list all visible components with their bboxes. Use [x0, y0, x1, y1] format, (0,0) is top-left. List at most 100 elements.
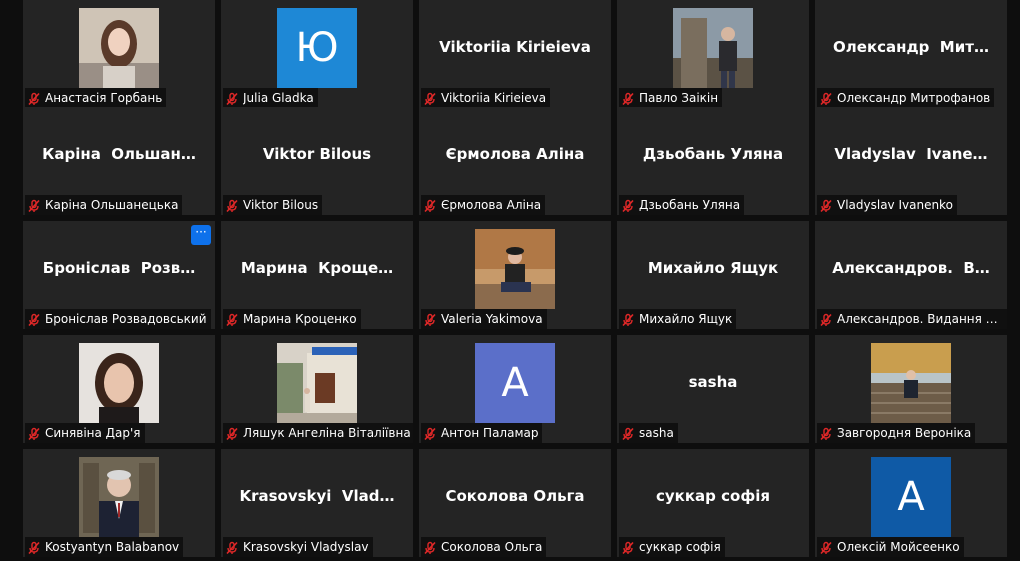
mic-muted-icon — [423, 426, 437, 441]
mic-muted-icon — [621, 540, 635, 555]
participant-center-name: Vladyslav Ivane… — [834, 145, 988, 163]
participant-name-label: Марина Кроценко — [243, 312, 357, 326]
participant-name-label: Viktor Bilous — [243, 198, 319, 212]
participant-nameplate: Krasovskyi Vladyslav — [223, 537, 373, 557]
participant-center-name: Александров. В… — [832, 259, 990, 277]
participant-nameplate: Ляшук Ангеліна Віталіївна — [223, 423, 413, 443]
mic-muted-icon — [819, 426, 833, 441]
participant-nameplate: Дзьобань Уляна — [619, 195, 745, 215]
participant-video-person-sitting-on-steps-autumn — [871, 343, 951, 423]
participant-tile[interactable]: A Олексій Мойсеенко — [815, 449, 1007, 557]
mic-muted-icon — [819, 198, 833, 213]
participant-avatar-initial: Ю — [277, 8, 357, 88]
mic-muted-icon — [27, 426, 41, 441]
participant-tile[interactable]: Valeria Yakimova — [419, 221, 611, 329]
participant-nameplate: Завгородня Вероніка — [817, 423, 976, 443]
participant-center-name: Дзьобань Уляна — [642, 145, 784, 163]
participant-name-label: Каріна Ольшанецька — [45, 198, 179, 212]
participant-nameplate: Kostyantyn Balabanov — [25, 537, 184, 557]
participant-tile[interactable]: Михайло Ящук Михайло Ящук — [617, 221, 809, 329]
participant-tile[interactable]: Соколова Ольга Соколова Ольга — [419, 449, 611, 557]
participant-tile[interactable]: Каріна Ольшан… Каріна Ольшанецька — [23, 107, 215, 215]
participant-tile[interactable]: A Антон Паламар — [419, 335, 611, 443]
mic-muted-icon — [819, 312, 833, 327]
participant-avatar-initial: A — [475, 343, 555, 423]
mic-muted-icon — [423, 312, 437, 327]
mic-muted-icon — [819, 540, 833, 555]
participant-name-label: Viktoriia Kirieieva — [441, 91, 547, 105]
participant-nameplate: Єрмолова Аліна — [421, 195, 546, 215]
participant-tile[interactable]: Олександр Мит… Олександр Митрофанов — [815, 0, 1007, 108]
participant-tile[interactable]: Єрмолова Аліна Єрмолова Аліна — [419, 107, 611, 215]
mic-muted-icon — [621, 198, 635, 213]
participant-center-name: Соколова Ольга — [445, 487, 585, 505]
participant-tile[interactable]: Viktor Bilous Viktor Bilous — [221, 107, 413, 215]
participant-name-label: суккар софія — [639, 540, 721, 554]
participant-center-name: Krasovskyi Vlad… — [239, 487, 395, 505]
participant-avatar-initial: A — [871, 457, 951, 537]
mic-muted-icon — [423, 91, 437, 106]
participant-name-label: Павло Заікін — [639, 91, 719, 105]
participant-center-name: суккар софія — [656, 487, 770, 505]
mic-muted-icon — [225, 198, 239, 213]
mic-muted-icon — [225, 91, 239, 106]
participant-nameplate: Viktor Bilous — [223, 195, 323, 215]
participant-tile[interactable]: Krasovskyi Vlad… Krasovskyi Vladyslav — [221, 449, 413, 557]
participant-tile[interactable]: Александров. В… Александров. Видання ДЕ… — [815, 221, 1007, 329]
participant-video-woman-long-hair-light-bg — [79, 8, 159, 88]
participant-tile[interactable]: Павло Заікін — [617, 0, 809, 108]
participant-name-label: Александров. Видання ДЕ… — [837, 312, 1007, 326]
participant-nameplate: Олександр Митрофанов — [817, 88, 995, 108]
participant-nameplate: Павло Заікін — [619, 88, 723, 108]
participant-name-label: Valeria Yakimova — [441, 312, 543, 326]
participant-tile[interactable]: Завгородня Вероніка — [815, 335, 1007, 443]
participant-nameplate: Синявіна Дар'я — [25, 423, 145, 443]
participant-name-label: Броніслав Розвадовський — [45, 312, 207, 326]
participant-nameplate: sasha — [619, 423, 678, 443]
mic-muted-icon — [621, 426, 635, 441]
participant-tile[interactable]: Броніслав Розв… ··· Броніслав Розвадовськи… — [23, 221, 215, 329]
participant-nameplate: Михайло Ящук — [619, 309, 737, 329]
participant-center-name: Михайло Ящук — [647, 259, 779, 277]
participant-name-label: Антон Паламар — [441, 426, 539, 440]
participant-name-label: Єрмолова Аліна — [441, 198, 542, 212]
participant-video-man-in-suit-bookshelves — [79, 457, 159, 537]
participant-nameplate: Valeria Yakimova — [421, 309, 547, 329]
participant-tile[interactable]: Марина Кроще… Марина Кроценко — [221, 221, 413, 329]
participant-name-label: Синявіна Дар'я — [45, 426, 141, 440]
participant-nameplate: Vladyslav Ivanenko — [817, 195, 957, 215]
participant-tile[interactable]: Ю Julia Gladka — [221, 0, 413, 108]
participant-tile[interactable]: суккар софія суккар софія — [617, 449, 809, 557]
mic-muted-icon — [423, 198, 437, 213]
mic-muted-icon — [27, 198, 41, 213]
participant-tile[interactable]: Анастасія Горбань — [23, 0, 215, 108]
participant-tile[interactable]: Viktoriia Kirieieva Viktoriia Kirieieva — [419, 0, 611, 108]
participant-grid: Анастасія Горбань Ю Julia Gladka Viktoriia … — [0, 0, 1020, 561]
participant-name-label: Соколова Ольга — [441, 540, 543, 554]
mic-muted-icon — [27, 91, 41, 106]
participant-center-name: sasha — [688, 373, 738, 391]
more-options-button[interactable]: ··· — [191, 225, 211, 245]
participant-nameplate: Каріна Ольшанецька — [25, 195, 183, 215]
mic-muted-icon — [225, 426, 239, 441]
participant-name-label: Олексій Мойсеенко — [837, 540, 960, 554]
participant-tile[interactable]: Синявіна Дар'я — [23, 335, 215, 443]
participant-tile[interactable]: Ляшук Ангеліна Віталіївна — [221, 335, 413, 443]
participant-tile[interactable]: Kostyantyn Balabanov — [23, 449, 215, 557]
participant-tile[interactable]: Дзьобань Уляна Дзьобань Уляна — [617, 107, 809, 215]
participant-name-label: Завгородня Вероніка — [837, 426, 972, 440]
participant-tile[interactable]: Vladyslav Ivane… Vladyslav Ivanenko — [815, 107, 1007, 215]
participant-nameplate: Александров. Видання ДЕ… — [817, 309, 1007, 329]
participant-name-label: Олександр Митрофанов — [837, 91, 991, 105]
participant-nameplate: Марина Кроценко — [223, 309, 361, 329]
participant-tile[interactable]: sasha sasha — [617, 335, 809, 443]
mic-muted-icon — [621, 91, 635, 106]
participant-name-label: sasha — [639, 426, 674, 440]
participant-nameplate: Броніслав Розвадовський — [25, 309, 211, 329]
participant-name-label: Дзьобань Уляна — [639, 198, 741, 212]
participant-nameplate: Julia Gladka — [223, 88, 318, 108]
participant-nameplate: Анастасія Горбань — [25, 88, 167, 108]
participant-video-woman-seated-autumn-trees — [475, 229, 555, 309]
participant-nameplate: Соколова Ольга — [421, 537, 547, 557]
participant-name-label: Vladyslav Ivanenko — [837, 198, 953, 212]
